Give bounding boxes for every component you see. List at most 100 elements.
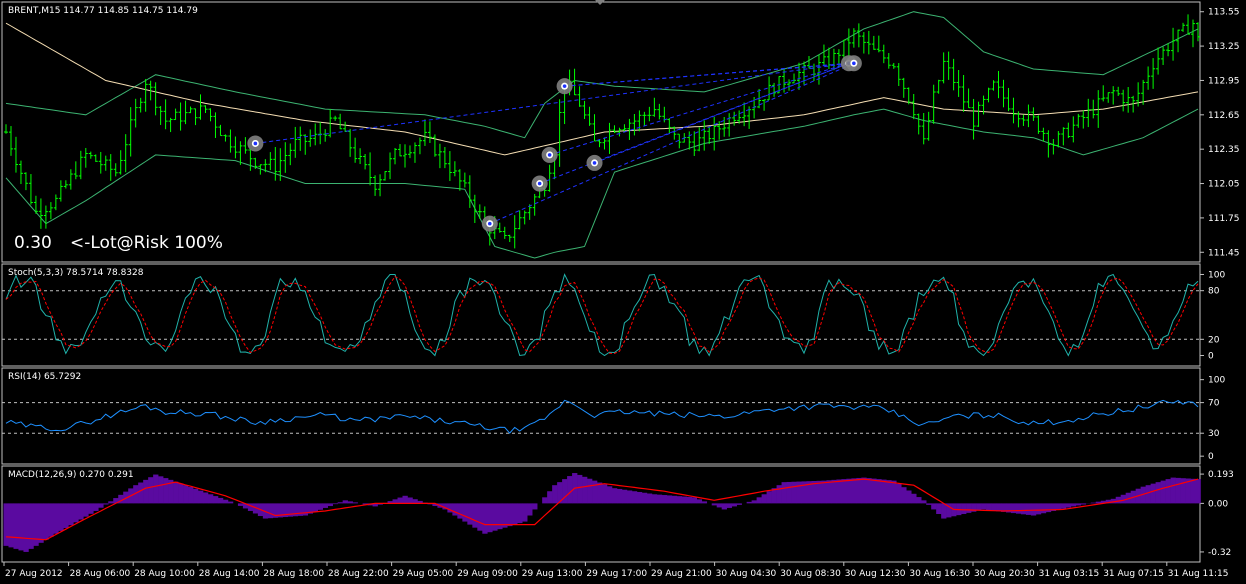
y-tick-label-2-2: 30 [1208, 429, 1220, 439]
macd-histogram-bar [1150, 483, 1156, 504]
macd-histogram-bar [1035, 503, 1042, 515]
macd-histogram-bar [611, 488, 618, 504]
x-tick-label: 29 Aug 09:00 [457, 569, 518, 579]
macd-histogram-bar [492, 503, 498, 531]
y-tick-label-0-4: 112.35 [1208, 145, 1240, 155]
panel-frame-1 [1, 263, 1201, 367]
macd-histogram-bar [1115, 496, 1121, 504]
macd-histogram-bar [926, 503, 932, 505]
macd-histogram-bar [542, 497, 548, 504]
macd-histogram-bar [781, 482, 787, 504]
macd-histogram-bar [826, 480, 832, 504]
macd-histogram-bar [342, 500, 348, 504]
macd-histogram-bar [1090, 502, 1097, 504]
macd-histogram-bar [1030, 503, 1037, 516]
macd-histogram-bar [881, 479, 887, 504]
macd-histogram-bar [347, 501, 353, 504]
y-tick-label-1-0: 100 [1208, 270, 1225, 280]
macd-histogram-bar [626, 490, 633, 504]
macd-histogram-bar [1165, 479, 1171, 504]
macd-histogram-bar [676, 496, 683, 504]
macd-histogram-bar [996, 503, 1002, 512]
x-tick-label: 30 Aug 12:30 [845, 569, 906, 579]
y-tick-label-1-2: 20 [1208, 335, 1220, 345]
macd-histogram-bar [616, 488, 623, 504]
macd-histogram-bar [527, 503, 533, 516]
macd-histogram-bar [173, 481, 179, 504]
x-tick-label: 27 Aug 2012 [5, 569, 63, 579]
macd-histogram-bar [966, 503, 972, 513]
macd-histogram-bar [487, 503, 493, 533]
macd-histogram-bar [3, 503, 9, 546]
macd-histogram-bar [696, 499, 703, 504]
x-tick-label: 29 Aug 17:00 [586, 569, 647, 579]
macd-histogram-bar [756, 497, 762, 504]
macd-histogram-bar [1020, 503, 1027, 515]
macd-histogram-bar [761, 494, 767, 504]
x-tick-label: 28 Aug 22:00 [328, 569, 389, 579]
macd-histogram-bar [681, 496, 688, 504]
macd-histogram-bar [976, 503, 982, 511]
macd-histogram-bar [203, 492, 209, 504]
macd-histogram-bar [217, 497, 224, 504]
macd-histogram-bar [497, 503, 503, 530]
macd-histogram-bar [312, 503, 319, 512]
macd-histogram-bar [981, 503, 987, 510]
macd-histogram-bar [88, 503, 94, 514]
macd-histogram-bar [606, 486, 613, 504]
macd-histogram-bar [1055, 503, 1062, 510]
macd-histogram-bar [517, 503, 523, 524]
macd-histogram-bar [68, 503, 74, 526]
macd-histogram-bar [302, 503, 309, 516]
macd-histogram-bar [691, 497, 698, 504]
macd-histogram-bar [297, 503, 304, 516]
y-tick-label-0-7: 111.45 [1208, 248, 1240, 258]
trading-chart[interactable]: 113.55 113.25 112.95 112.65 112.35 112.05 111.… [0, 0, 1246, 584]
macd-histogram-bar [931, 503, 937, 510]
macd-histogram-bar [896, 483, 902, 504]
macd-histogram-bar [816, 480, 822, 504]
macd-histogram-bar [467, 503, 473, 525]
macd-histogram-bar [462, 503, 468, 522]
panel-frame-2 [1, 367, 1201, 465]
macd-histogram-bar [641, 492, 648, 504]
macd-histogram-bar [163, 478, 169, 504]
lot-value: 0.30 [14, 233, 52, 253]
x-tick-label: 31 Aug 03:15 [1039, 569, 1100, 579]
y-tick-label-2-3: 0 [1208, 452, 1214, 462]
macd-histogram-bar [711, 503, 718, 506]
macd-histogram-bar [13, 503, 19, 549]
macd-histogram-bar [911, 493, 917, 504]
macd-histogram-bar [58, 503, 64, 531]
macd-histogram-bar [587, 478, 593, 504]
macd-histogram-bar [577, 474, 583, 504]
macd-histogram-bar [856, 477, 862, 504]
macd-histogram-bar [178, 483, 184, 504]
macd-histogram-bar [666, 495, 673, 504]
x-tick-label: 31 Aug 11:15 [1168, 569, 1229, 579]
macd-histogram-bar [786, 481, 792, 504]
macd-histogram-bar [412, 499, 418, 504]
macd-histogram-bar [861, 477, 867, 504]
macd-histogram-bar [876, 479, 882, 504]
macd-histogram-bar [452, 503, 458, 516]
macd-histogram-bar [337, 502, 343, 504]
y-tick-label-0-3: 112.65 [1208, 111, 1240, 121]
macd-histogram-bar [1010, 503, 1017, 514]
macd-histogram-bar [507, 503, 513, 527]
macd-histogram-bar [477, 503, 483, 531]
trade-marker-core [547, 153, 552, 157]
macd-histogram-bar [721, 503, 727, 510]
macd-histogram-bar [686, 496, 693, 504]
macd-histogram-bar [597, 482, 603, 504]
macd-histogram-bar [237, 503, 244, 506]
x-tick-label: 30 Aug 20:30 [974, 569, 1035, 579]
macd-histogram-bar [841, 479, 847, 504]
macd-histogram-bar [796, 481, 802, 504]
macd-histogram-bar [871, 478, 877, 504]
macd-histogram-bar [38, 503, 44, 543]
macd-histogram-bar [1175, 477, 1181, 504]
trade-marker-core [537, 181, 542, 186]
macd-histogram-bar [961, 503, 967, 514]
macd-histogram-bar [776, 485, 782, 504]
